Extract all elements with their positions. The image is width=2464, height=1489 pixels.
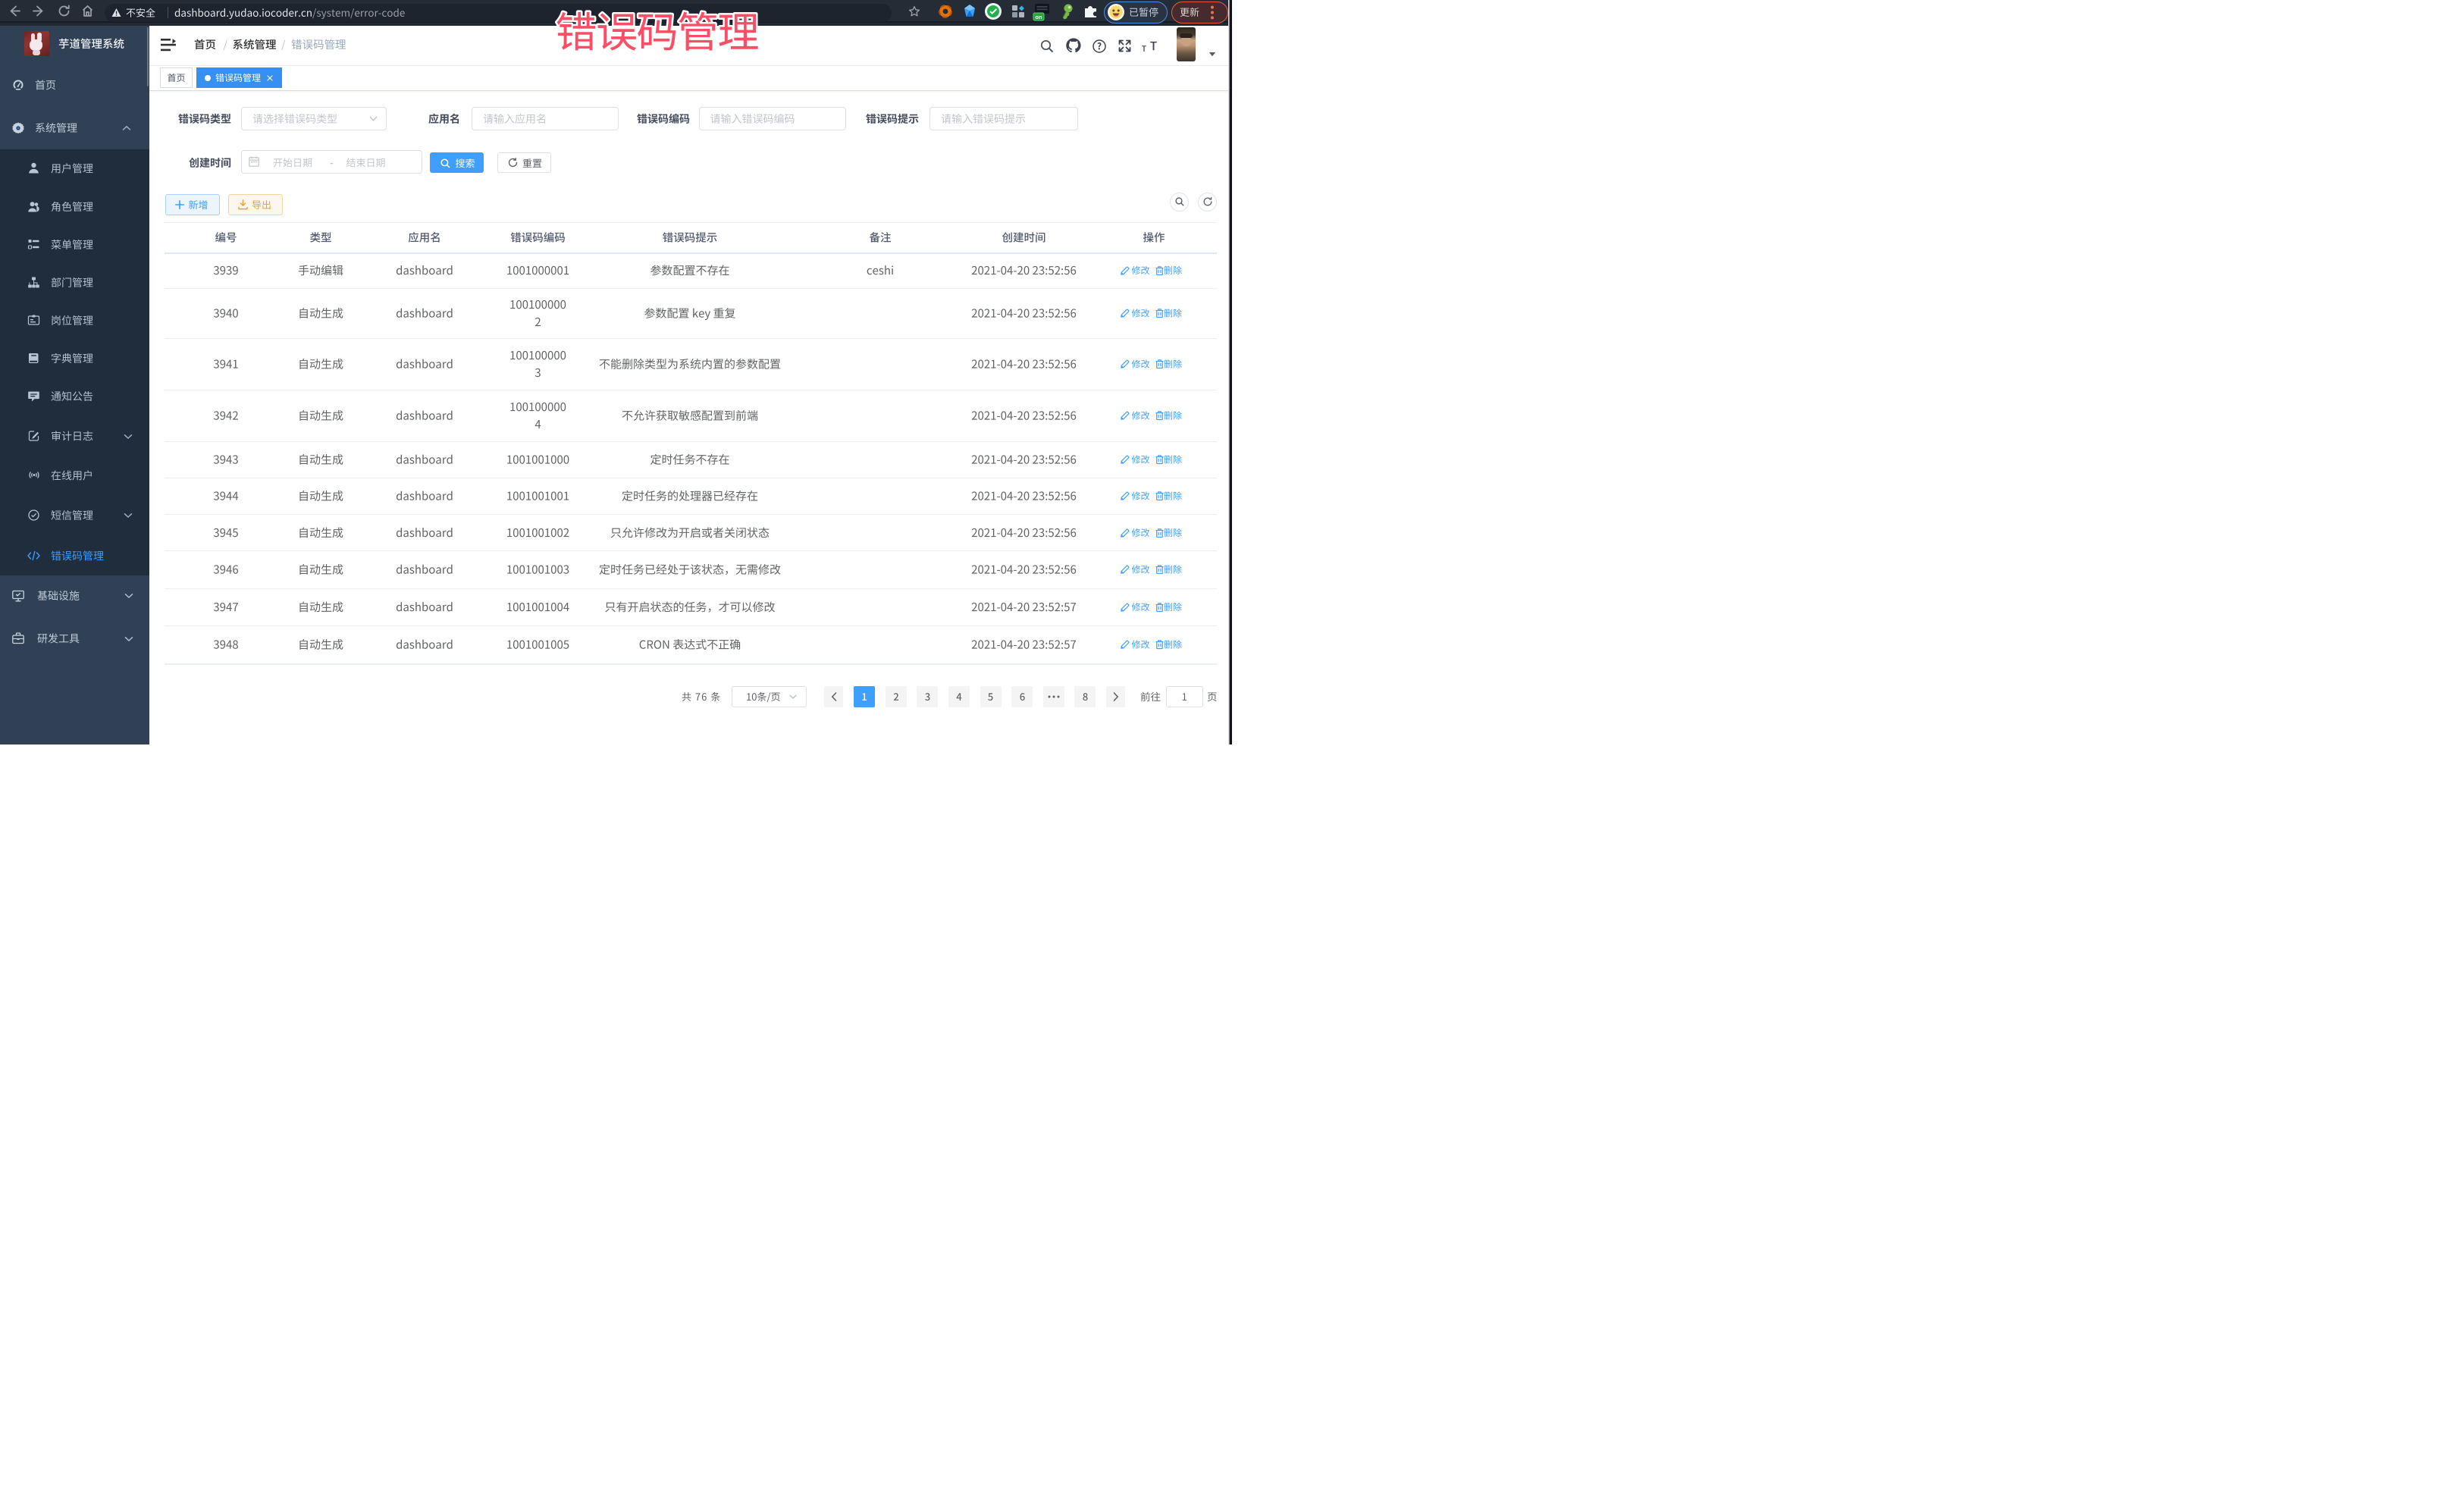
svg-text:on: on (1035, 14, 1042, 20)
